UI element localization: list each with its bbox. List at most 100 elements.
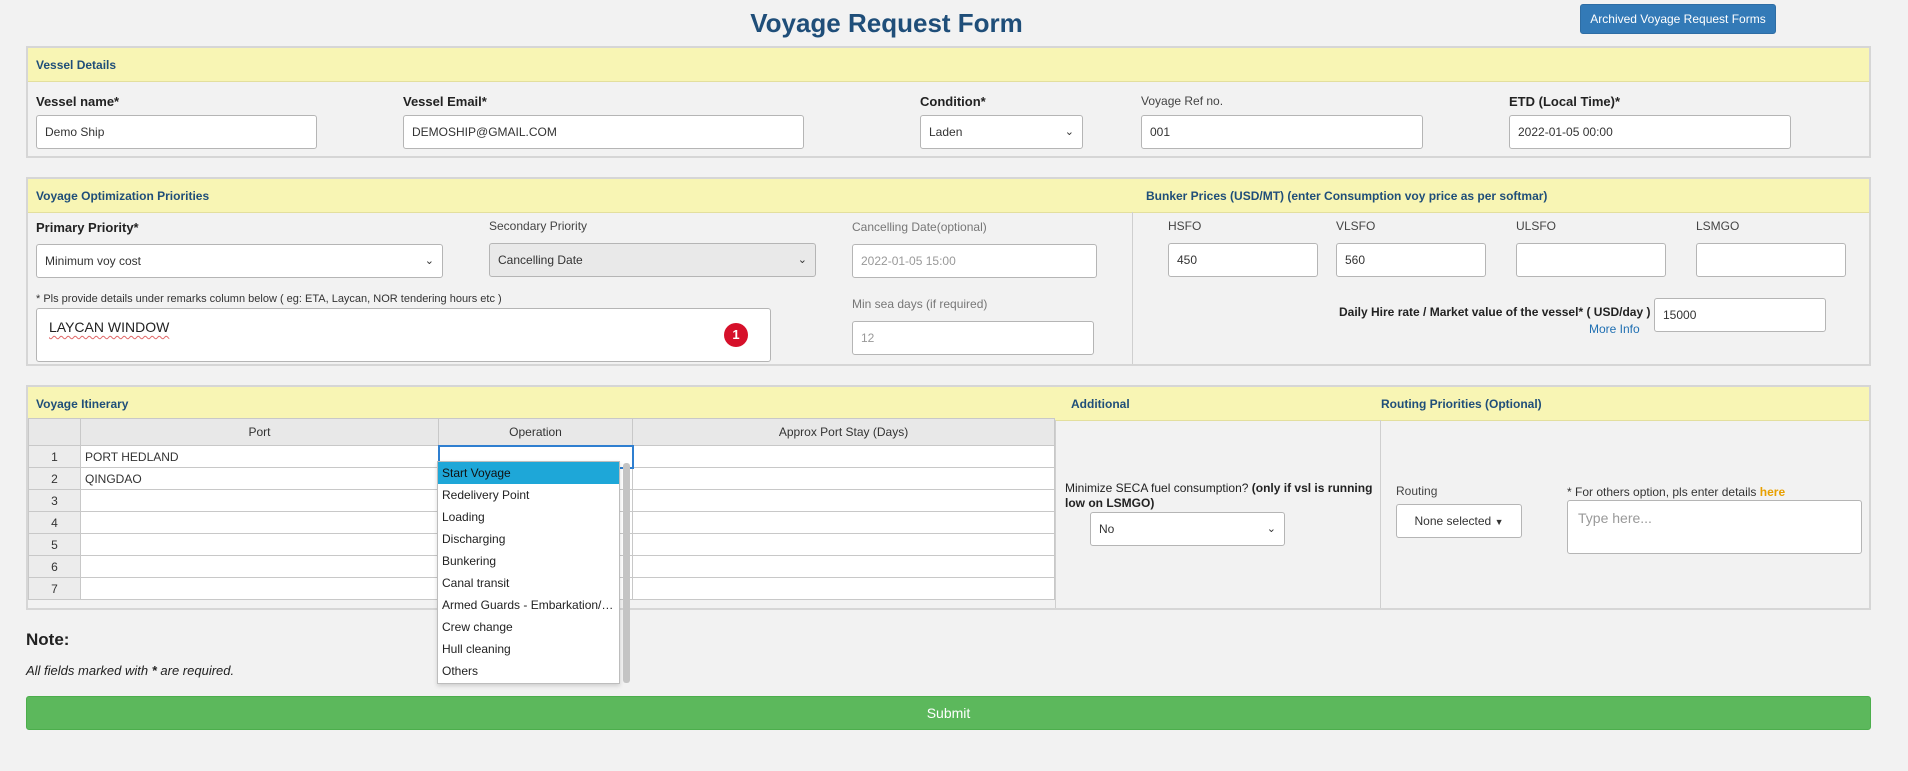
primary-priority-label: Primary Priority*: [36, 220, 139, 235]
priorities-header: Voyage Optimization Priorities Bunker Pr…: [28, 179, 1869, 213]
operation-dropdown[interactable]: Start Voyage Redelivery Point Loading Di…: [437, 461, 620, 684]
condition-select[interactable]: Laden ⌄: [920, 115, 1083, 149]
port-cell[interactable]: [80, 511, 439, 534]
vessel-email-input[interactable]: DEMOSHIP@GMAIL.COM: [403, 115, 804, 149]
voyage-ref-label: Voyage Ref no.: [1141, 94, 1224, 108]
row-number: 2: [28, 467, 81, 490]
vlsfo-label: VLSFO: [1336, 219, 1376, 233]
note-text-a: All fields marked with: [26, 663, 152, 678]
ulsfo-label: ULSFO: [1516, 219, 1557, 233]
chevron-down-icon: ⌄: [1064, 126, 1074, 138]
operation-option[interactable]: Loading: [438, 506, 619, 528]
row-number: 5: [28, 533, 81, 556]
hire-rate-label: Daily Hire rate / Market value of the ve…: [1339, 305, 1651, 319]
others-placeholder: Type here...: [1578, 510, 1652, 526]
others-here-link[interactable]: here: [1760, 485, 1785, 499]
row-number: 1: [28, 445, 81, 468]
hire-rate-input[interactable]: 15000: [1654, 298, 1826, 332]
hsfo-input[interactable]: 450: [1168, 243, 1318, 277]
vlsfo-input[interactable]: 560: [1336, 243, 1486, 277]
divider: [1055, 420, 1056, 608]
remarks-hint: * Pls provide details under remarks colu…: [36, 293, 502, 305]
secondary-priority-select[interactable]: Cancelling Date ⌄: [489, 243, 816, 277]
routing-title: Routing Priorities (Optional): [1381, 397, 1542, 411]
operation-option[interactable]: Redelivery Point: [438, 484, 619, 506]
operation-option[interactable]: Start Voyage: [438, 462, 619, 484]
more-info-link[interactable]: More Info: [1589, 322, 1640, 336]
secondary-priority-label: Secondary Priority: [489, 219, 588, 233]
remarks-value: LAYCAN WINDOW: [49, 319, 170, 335]
priorities-title: Voyage Optimization Priorities: [36, 189, 210, 203]
vessel-name-label: Vessel name*: [36, 94, 120, 109]
vessel-details-header: Vessel Details: [28, 48, 1869, 82]
column-header: Operation: [438, 418, 633, 446]
routing-label: Routing: [1396, 484, 1438, 498]
operation-option[interactable]: Hull cleaning: [438, 638, 619, 660]
additional-title: Additional: [1071, 397, 1130, 411]
voyage-ref-input[interactable]: 001: [1141, 115, 1423, 149]
bunker-title: Bunker Prices (USD/MT) (enter Consumptio…: [1146, 189, 1548, 203]
row-number-header: [28, 418, 81, 446]
row-number: 4: [28, 511, 81, 534]
etd-input[interactable]: 2022-01-05 00:00: [1509, 115, 1791, 149]
port-stay-cell[interactable]: [632, 555, 1055, 578]
seca-value: No: [1099, 522, 1115, 536]
chevron-down-icon: ⌄: [424, 255, 434, 267]
ulsfo-input[interactable]: [1516, 243, 1666, 277]
routing-multiselect[interactable]: None selected ▼: [1396, 504, 1522, 538]
remarks-textarea[interactable]: LAYCAN WINDOW 1: [36, 308, 771, 362]
lsmgo-label: LSMGO: [1696, 219, 1740, 233]
operation-option[interactable]: Canal transit: [438, 572, 619, 594]
lsmgo-input[interactable]: [1696, 243, 1846, 277]
seca-select[interactable]: No ⌄: [1090, 512, 1285, 546]
vessel-name-input[interactable]: Demo Ship: [36, 115, 317, 149]
operation-option[interactable]: Crew change: [438, 616, 619, 638]
seca-label-text: Minimize SECA fuel consumption?: [1065, 481, 1252, 495]
port-stay-cell[interactable]: [632, 467, 1055, 490]
note-text-c: are required.: [156, 663, 235, 678]
column-header: Port: [80, 418, 439, 446]
divider: [1380, 420, 1381, 608]
cancelling-date-label: Cancelling Date(optional): [852, 220, 987, 234]
column-header: Approx Port Stay (Days): [632, 418, 1055, 446]
port-stay-cell[interactable]: [632, 511, 1055, 534]
primary-priority-value: Minimum voy cost: [45, 254, 142, 268]
port-cell[interactable]: [80, 577, 439, 600]
port-stay-cell[interactable]: [632, 489, 1055, 512]
submit-button[interactable]: Submit: [26, 696, 1871, 730]
operation-option[interactable]: Discharging: [438, 528, 619, 550]
page-title: Voyage Request Form: [750, 8, 1023, 38]
row-number: 6: [28, 555, 81, 578]
port-cell[interactable]: QINGDAO: [80, 467, 439, 490]
condition-label: Condition*: [920, 94, 986, 109]
port-cell[interactable]: [80, 489, 439, 512]
archived-forms-button[interactable]: Archived Voyage Request Forms: [1580, 4, 1776, 34]
port-cell[interactable]: PORT HEDLAND: [80, 445, 439, 468]
note-text: All fields marked with * are required.: [26, 663, 234, 678]
cancelling-date-input[interactable]: 2022-01-05 15:00: [852, 244, 1097, 278]
routing-value: None selected: [1414, 514, 1492, 528]
vessel-email-label: Vessel Email*: [403, 94, 487, 109]
port-stay-cell[interactable]: [632, 445, 1055, 468]
row-number: 7: [28, 577, 81, 600]
operation-option[interactable]: Bunkering: [438, 550, 619, 572]
row-number: 3: [28, 489, 81, 512]
min-sea-days-input[interactable]: 12: [852, 321, 1094, 355]
condition-value: Laden: [929, 125, 963, 139]
port-cell[interactable]: [80, 533, 439, 556]
port-stay-cell[interactable]: [632, 577, 1055, 600]
etd-label: ETD (Local Time)*: [1509, 94, 1621, 109]
notification-badge: 1: [724, 323, 748, 347]
operation-option[interactable]: Others: [438, 660, 619, 682]
port-cell[interactable]: [80, 555, 439, 578]
dropdown-scrollbar[interactable]: [623, 463, 630, 683]
others-textarea[interactable]: Type here...: [1567, 500, 1862, 554]
port-stay-cell[interactable]: [632, 533, 1055, 556]
hsfo-label: HSFO: [1168, 219, 1202, 233]
others-label: * For others option, pls enter details h…: [1567, 485, 1785, 499]
others-label-text: * For others option, pls enter details: [1567, 485, 1760, 499]
chevron-down-icon: ⌄: [1266, 523, 1276, 535]
chevron-down-icon: ⌄: [797, 254, 807, 266]
operation-option[interactable]: Armed Guards - Embarkation/…: [438, 594, 619, 616]
primary-priority-select[interactable]: Minimum voy cost ⌄: [36, 244, 443, 278]
